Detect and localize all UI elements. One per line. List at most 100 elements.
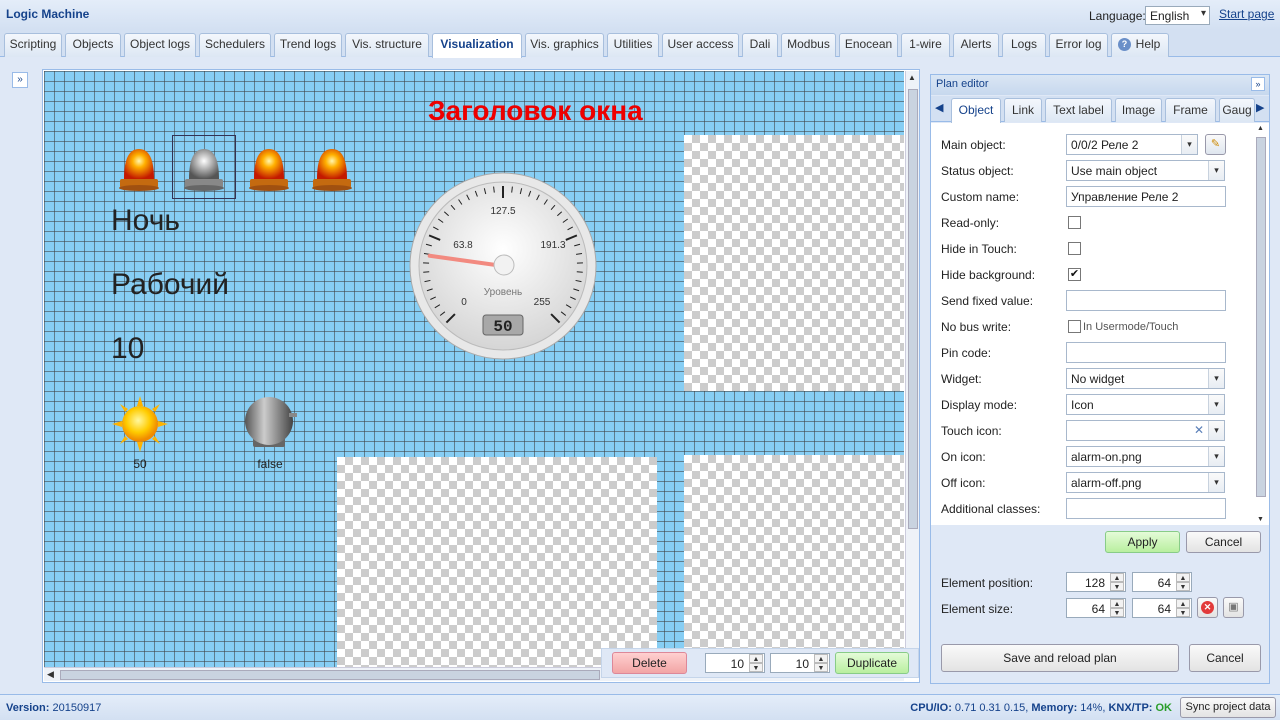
plan-canvas[interactable]: Заголовок окна Ночь Рабочий 10 50 false … — [44, 71, 904, 667]
decrement-icon[interactable]: ▼ — [1110, 608, 1124, 617]
alarm-on-icon[interactable] — [244, 141, 294, 191]
tab-trend-logs[interactable]: Trend logs — [274, 33, 342, 57]
properties-scrollbar[interactable]: ▲ ▼ — [1255, 125, 1267, 523]
alarm-on-icon[interactable] — [307, 141, 357, 191]
custom-name-input[interactable]: Управление Реле 2 — [1066, 186, 1226, 207]
read-only-checkbox[interactable] — [1068, 216, 1081, 229]
hide-background-checkbox[interactable]: ✔ — [1068, 268, 1081, 281]
decrement-icon[interactable]: ▼ — [1110, 582, 1124, 591]
off-icon-select[interactable]: alarm-off.png ▾ — [1066, 472, 1225, 493]
grid-x-stepper[interactable]: 10 ▲ ▼ — [705, 653, 765, 673]
clear-icon[interactable]: ✕ — [1194, 423, 1204, 437]
save-reload-plan-button[interactable]: Save and reload plan — [941, 644, 1179, 672]
app-title: Logic Machine — [6, 7, 90, 21]
display-mode-select[interactable]: Icon ▾ — [1066, 394, 1225, 415]
tab-dali[interactable]: Dali — [742, 33, 778, 57]
tab-enocean[interactable]: Enocean — [839, 33, 898, 57]
bell-icon[interactable] — [239, 391, 299, 455]
editor-tab-text-label[interactable]: Text label — [1045, 98, 1112, 122]
lock-aspect-button[interactable]: ▣ — [1223, 597, 1244, 618]
editor-tab-gauge[interactable]: Gaug — [1219, 98, 1255, 122]
increment-icon[interactable]: ▲ — [1110, 573, 1124, 582]
increment-icon[interactable]: ▲ — [814, 654, 828, 663]
window-title-label[interactable]: Заголовок окна — [428, 95, 643, 127]
tab-visualization[interactable]: Visualization — [432, 33, 522, 58]
widget-select[interactable]: No widget ▾ — [1066, 368, 1225, 389]
no-bus-write-checkbox[interactable] — [1068, 320, 1081, 333]
size-height-stepper[interactable]: 64 ▲ ▼ — [1132, 598, 1192, 618]
cancel-button[interactable]: Cancel — [1186, 531, 1261, 553]
position-x-stepper[interactable]: 128 ▲ ▼ — [1066, 572, 1126, 592]
off-icon-value: alarm-off.png — [1071, 476, 1142, 490]
tab-object-logs[interactable]: Object logs — [124, 33, 196, 57]
tab-modbus[interactable]: Modbus — [781, 33, 836, 57]
tab-scroll-right-icon[interactable]: ▶ — [1256, 101, 1264, 114]
sun-icon[interactable] — [112, 396, 168, 452]
edit-object-icon[interactable]: ✎ — [1205, 134, 1226, 155]
size-width-stepper[interactable]: 64 ▲ ▼ — [1066, 598, 1126, 618]
chevron-down-icon: ▾ — [1208, 421, 1224, 440]
tab-user-access[interactable]: User access — [662, 33, 739, 57]
tab-1-wire[interactable]: 1-wire — [901, 33, 950, 57]
start-page-link[interactable]: Start page — [1219, 7, 1274, 21]
sync-project-data-button[interactable]: Sync project data — [1180, 697, 1276, 718]
expand-panel-icon[interactable]: » — [12, 72, 28, 88]
editor-tab-object[interactable]: Object — [951, 98, 1001, 123]
tab-scroll-left-icon[interactable]: ◀ — [935, 101, 943, 114]
collapse-panel-icon[interactable]: » — [1251, 77, 1265, 91]
tab-utilities[interactable]: Utilities — [607, 33, 659, 57]
increment-icon[interactable]: ▲ — [749, 654, 763, 663]
decrement-icon[interactable]: ▼ — [1176, 608, 1190, 617]
cancel-plan-button[interactable]: Cancel — [1189, 644, 1261, 672]
chevron-down-icon: ▾ — [1181, 135, 1197, 154]
touch-icon-select[interactable]: ✕ ▾ — [1066, 420, 1225, 441]
decrement-icon[interactable]: ▼ — [749, 663, 763, 672]
level-gauge[interactable]: 63.8 127.5 191.3 0 255 Уровень 50 — [408, 171, 598, 361]
tab-schedulers[interactable]: Schedulers — [199, 33, 271, 57]
text-label-work[interactable]: Рабочий — [111, 268, 229, 302]
increment-icon[interactable]: ▲ — [1176, 573, 1190, 582]
tab-help[interactable]: ? Help — [1111, 33, 1169, 57]
custom-name-label: Custom name: — [941, 190, 1020, 204]
text-label-number[interactable]: 10 — [111, 332, 144, 366]
duplicate-button[interactable]: Duplicate — [835, 652, 909, 674]
tab-alerts[interactable]: Alerts — [953, 33, 999, 57]
gauge-min: 0 — [461, 297, 467, 308]
scroll-up-icon[interactable]: ▲ — [908, 73, 916, 82]
tab-vis-structure[interactable]: Vis. structure — [345, 33, 429, 57]
editor-tab-link[interactable]: Link — [1004, 98, 1042, 122]
reset-size-button[interactable]: ✕ — [1197, 597, 1218, 618]
scroll-up-icon[interactable]: ▲ — [1257, 125, 1264, 132]
additional-classes-input[interactable] — [1066, 498, 1226, 519]
decrement-icon[interactable]: ▼ — [1176, 582, 1190, 591]
pin-code-input[interactable] — [1066, 342, 1226, 363]
main-object-select[interactable]: 0/0/2 Реле 2 ▾ — [1066, 134, 1198, 155]
send-fixed-value-input[interactable] — [1066, 290, 1226, 311]
on-icon-select[interactable]: alarm-on.png ▾ — [1066, 446, 1225, 467]
language-select[interactable]: English ▾ — [1145, 6, 1210, 25]
scroll-left-icon[interactable]: ◀ — [47, 669, 54, 680]
tab-scripting[interactable]: Scripting — [4, 33, 62, 57]
position-y-stepper[interactable]: 64 ▲ ▼ — [1132, 572, 1192, 592]
increment-icon[interactable]: ▲ — [1176, 599, 1190, 608]
increment-icon[interactable]: ▲ — [1110, 599, 1124, 608]
tab-vis-graphics[interactable]: Vis. graphics — [525, 33, 604, 57]
tab-error-log[interactable]: Error log — [1049, 33, 1108, 57]
text-label-night[interactable]: Ночь — [111, 204, 180, 238]
scroll-down-icon[interactable]: ▼ — [1257, 516, 1264, 523]
canvas-vertical-scrollbar[interactable]: ▲ — [905, 71, 919, 667]
pin-code-label: Pin code: — [941, 346, 992, 360]
editor-tab-image[interactable]: Image — [1115, 98, 1162, 122]
object-properties-form: Main object: 0/0/2 Реле 2 ▾ ✎ Status obje… — [931, 123, 1269, 525]
status-object-select[interactable]: Use main object ▾ — [1066, 160, 1225, 181]
tab-objects[interactable]: Objects — [65, 33, 121, 57]
delete-button[interactable]: Delete — [612, 652, 687, 674]
editor-tab-frame[interactable]: Frame — [1165, 98, 1216, 122]
tab-logs[interactable]: Logs — [1002, 33, 1046, 57]
alarm-on-icon[interactable] — [114, 141, 164, 191]
grid-y-stepper[interactable]: 10 ▲ ▼ — [770, 653, 830, 673]
decrement-icon[interactable]: ▼ — [814, 663, 828, 672]
alarm-off-icon[interactable] — [179, 141, 229, 191]
apply-button[interactable]: Apply — [1105, 531, 1180, 553]
hide-touch-checkbox[interactable] — [1068, 242, 1081, 255]
